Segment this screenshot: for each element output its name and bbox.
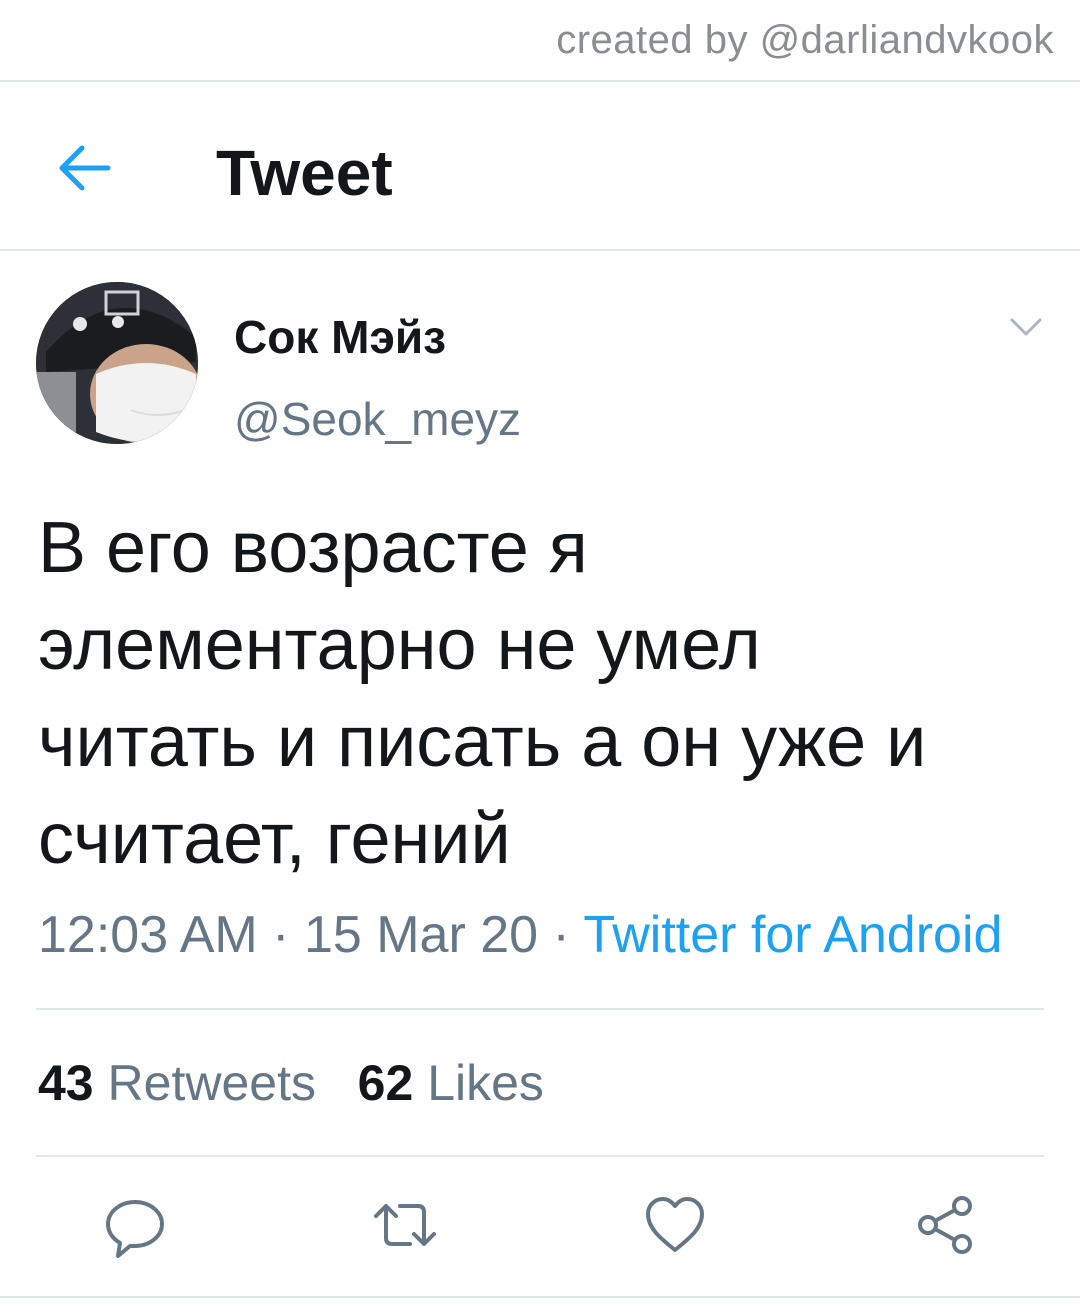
tweet-stats: 43 Retweets 62 Likes [38, 1054, 544, 1112]
tweet-source-link[interactable]: Twitter for Android [583, 906, 1002, 964]
retweets-label: Retweets [107, 1055, 316, 1111]
meta-separator: · [272, 906, 304, 964]
reply-button[interactable] [100, 1190, 170, 1260]
likes-label: Likes [427, 1055, 544, 1111]
avatar[interactable] [36, 282, 198, 444]
back-button[interactable] [48, 132, 120, 204]
tweet-actions [0, 1190, 1080, 1260]
display-name[interactable]: Сок Мэйз [234, 310, 446, 364]
retweets-count: 43 [38, 1055, 94, 1111]
like-icon [646, 1197, 704, 1252]
divider [0, 1296, 1080, 1298]
retweet-button[interactable] [370, 1190, 440, 1260]
tweet-text-line: считает, гений [38, 799, 511, 879]
likes-count: 62 [357, 1055, 414, 1111]
divider [0, 249, 1080, 251]
arrow-left-icon [59, 145, 111, 191]
tweet-options-button[interactable] [1006, 312, 1046, 342]
user-handle[interactable]: @Seok_meyz [234, 392, 521, 446]
share-button[interactable] [910, 1190, 980, 1260]
reply-icon [106, 1200, 164, 1258]
watermark: created by @darliandvkook [556, 18, 1054, 62]
tweet-meta: 12:03 AM · 15 Mar 20 · Twitter for Andro… [38, 905, 1002, 965]
divider [36, 1008, 1044, 1010]
tweet-author: Сок Мэйз @Seok_meyz [36, 282, 1046, 452]
share-icon [918, 1196, 972, 1254]
tweet-text-line: читать и писать а он уже и [38, 702, 927, 782]
like-button[interactable] [640, 1190, 710, 1260]
retweets-stat[interactable]: 43 Retweets [38, 1055, 316, 1111]
tweet-header: Tweet [0, 82, 1080, 250]
tweet-text-line: В его возрасте я [38, 508, 588, 588]
tweet-text-line: элементарно не умел [38, 605, 761, 685]
divider [36, 1155, 1044, 1157]
avatar-image [36, 282, 198, 444]
meta-separator: · [552, 906, 584, 964]
likes-stat[interactable]: 62 Likes [358, 1055, 544, 1111]
retweet-icon [374, 1204, 436, 1246]
chevron-down-icon [1010, 318, 1042, 336]
tweet-text: В его возрасте я элементарно не умел чит… [38, 500, 1048, 888]
page-title: Tweet [216, 137, 393, 209]
tweet-time: 12:03 AM [38, 906, 258, 964]
tweet-date: 15 Mar 20 [303, 906, 539, 964]
